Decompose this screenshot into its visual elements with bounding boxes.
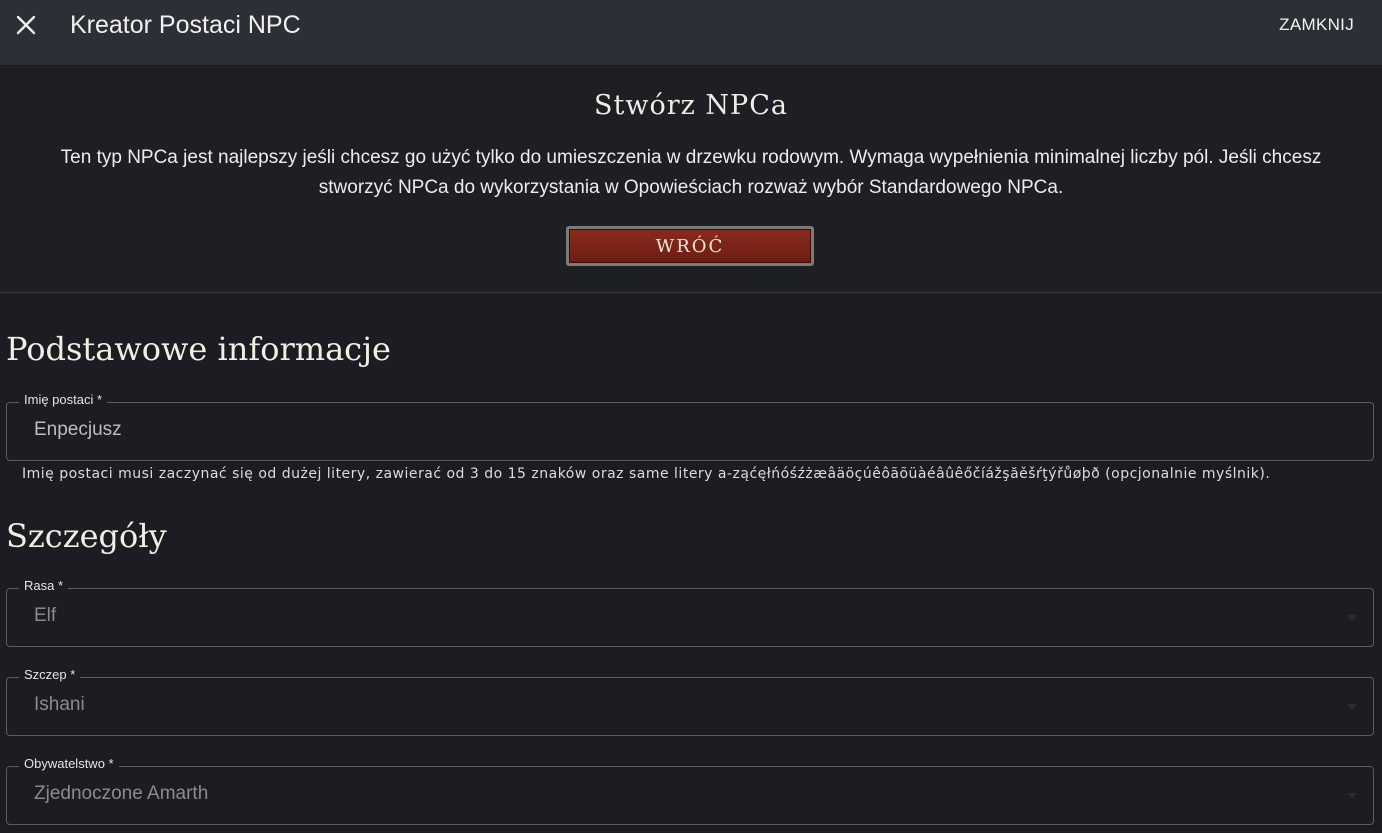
name-field-label: Imię postaci * — [19, 392, 108, 407]
race-select-label: Rasa * — [19, 578, 69, 593]
back-button[interactable]: WRÓĆ — [566, 226, 814, 266]
chevron-down-icon — [1347, 615, 1357, 621]
tribe-select[interactable]: Szczep * Ishani — [6, 667, 1374, 736]
chevron-down-icon — [1347, 793, 1357, 799]
page-title: Kreator Postaci NPC — [70, 11, 301, 39]
tribe-select-value: Ishani — [34, 694, 85, 715]
race-select-value: Elf — [34, 605, 57, 626]
close-button[interactable]: ZAMKNIJ — [1279, 15, 1354, 35]
name-field-helper-text: Imię postaci musi zaczynać się od dużej … — [22, 466, 1271, 482]
intro-panel: Stwórz NPCa Ten typ NPCa jest najlepszy … — [0, 65, 1382, 293]
citizenship-select-label: Obywatelstwo * — [19, 756, 119, 771]
race-select[interactable]: Rasa * Elf — [6, 578, 1374, 647]
section-heading-basic: Podstawowe informacje — [6, 330, 391, 368]
section-heading-details: Szczegóły — [6, 517, 167, 555]
citizenship-select-value: Zjednoczone Amarth — [34, 783, 209, 804]
intro-description: Ten typ NPCa jest najlepszy jeśli chcesz… — [60, 147, 1322, 198]
citizenship-select[interactable]: Obywatelstwo * Zjednoczone Amarth — [6, 756, 1374, 825]
chevron-down-icon — [1347, 704, 1357, 710]
tribe-select-label: Szczep * — [19, 667, 81, 682]
name-field[interactable]: Imię postaci * Enpecjusz — [6, 392, 1374, 461]
intro-title: Stwórz NPCa — [594, 90, 788, 121]
top-bar: Kreator Postaci NPC ZAMKNIJ — [0, 0, 1382, 65]
close-icon[interactable] — [14, 13, 38, 37]
name-field-value[interactable]: Enpecjusz — [34, 419, 122, 441]
